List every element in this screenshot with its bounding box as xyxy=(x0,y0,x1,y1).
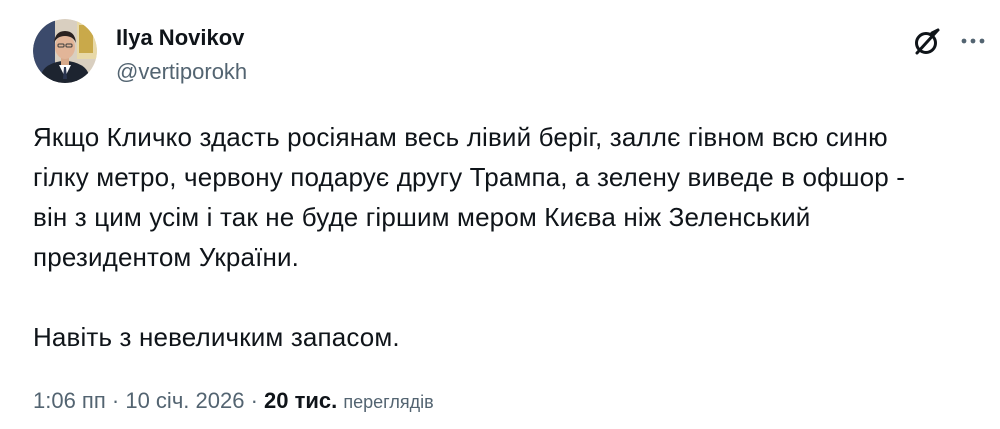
author-handle[interactable]: @vertiporokh xyxy=(116,58,247,86)
more-icon[interactable] xyxy=(958,33,988,49)
tweet-meta: 1:06 пп · 10 січ. 2026 · 20 тис. перегля… xyxy=(33,386,434,417)
grok-icon-glyph xyxy=(915,28,940,55)
avatar-image xyxy=(33,19,97,83)
tweet-text: Якщо Кличко здасть росіянам весь лівий б… xyxy=(33,117,983,277)
grok-icon[interactable] xyxy=(912,27,942,57)
tweet-text-line: гілку метро, червону подарує другу Трамп… xyxy=(33,162,906,192)
tweet-date: 10 січ. 2026 xyxy=(125,388,245,413)
tweet-text-line: він з цим усім і так не буде гіршим меро… xyxy=(33,202,811,232)
meta-separator: · xyxy=(111,388,120,413)
tweet-text-line: президентом України. xyxy=(33,242,300,272)
tweet-timestamp-link[interactable]: 1:06 пп · 10 січ. 2026 xyxy=(33,388,244,413)
author-name[interactable]: Ilya Novikov xyxy=(116,24,244,52)
views-count: 20 тис. xyxy=(264,388,338,413)
tweet-text-paragraph-2: Навіть з невеличким запасом. xyxy=(33,322,400,352)
meta-separator: · xyxy=(250,388,258,413)
more-icon-glyph xyxy=(961,38,985,44)
views-label: переглядів xyxy=(343,392,434,412)
tweet-card: Ilya Novikov @vertiporokh Якщо Кличко зд… xyxy=(0,0,1000,429)
tweet-time: 1:06 пп xyxy=(33,388,106,413)
tweet-text-line: Якщо Кличко здасть росіянам весь лівий б… xyxy=(33,122,888,152)
avatar[interactable] xyxy=(33,19,97,83)
